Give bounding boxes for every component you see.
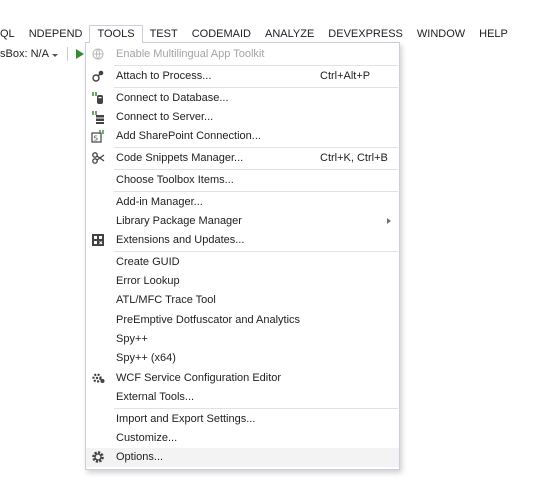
code-snippets-icon (91, 151, 105, 165)
menu-item-spy-plus-plus-x64[interactable]: Spy++ (x64) (86, 349, 399, 368)
toolbar-dropdown-label[interactable]: sBox: N/A (0, 48, 49, 60)
menu-item-label: Customize... (116, 432, 178, 444)
menu-item-label: Options... (116, 451, 164, 463)
wcf-config-icon (91, 371, 105, 385)
menubar-item-tools[interactable]: TOOLS (89, 25, 143, 43)
menu-bar: QL NDEPEND TOOLS TEST CODEMAID ANALYZE D… (0, 25, 541, 43)
menu-item-label: Code Snippets Manager... (116, 152, 244, 164)
menu-item-external-tools[interactable]: External Tools... (86, 388, 399, 407)
chevron-down-icon[interactable] (51, 53, 58, 57)
attach-process-icon (91, 69, 105, 83)
chevron-right-icon (387, 218, 391, 224)
sharepoint-icon: S (91, 129, 105, 143)
menu-item-connect-to-server[interactable]: Connect to Server... (86, 108, 399, 127)
menu-item-label: WCF Service Configuration Editor (116, 372, 282, 384)
menu-item-label: External Tools... (116, 391, 195, 403)
menu-item-error-lookup[interactable]: Error Lookup (86, 272, 399, 291)
menu-item-extensions-and-updates[interactable]: Extensions and Updates... (86, 231, 399, 250)
menubar-item-ndepend[interactable]: NDEPEND (22, 25, 90, 43)
menubar-item-ql[interactable]: QL (0, 25, 22, 43)
menubar-item-analyze[interactable]: ANALYZE (258, 25, 321, 43)
toolbar-separator (66, 47, 68, 61)
toolbar: sBox: N/A (0, 44, 84, 64)
menu-item-label: Spy++ (x64) (116, 352, 176, 364)
menu-item-label: Attach to Process... (116, 70, 212, 82)
menubar-item-codemaid[interactable]: CODEMAID (185, 25, 258, 43)
menu-item-label: ATL/MFC Trace Tool (116, 294, 216, 306)
globe-icon (91, 47, 105, 61)
menu-item-options[interactable]: Options... (86, 448, 399, 467)
menu-separator (114, 169, 398, 170)
menu-item-label: Choose Toolbox Items... (116, 174, 234, 186)
menu-item-label: Enable Multilingual App Toolkit (116, 48, 265, 60)
menubar-item-devexpress[interactable]: DEVEXPRESS (321, 25, 410, 43)
menu-item-label: Add SharePoint Connection... (116, 130, 261, 142)
menu-item-label: Import and Export Settings... (116, 413, 256, 425)
menu-item-customize[interactable]: Customize... (86, 429, 399, 448)
menu-item-enable-multilingual-app-toolkit: Enable Multilingual App Toolkit (86, 45, 399, 64)
connect-server-icon (91, 110, 105, 124)
menu-separator (114, 65, 398, 66)
menu-item-label: Add-in Manager... (116, 196, 203, 208)
menu-item-label: Library Package Manager (116, 215, 242, 227)
menu-item-label: Create GUID (116, 256, 180, 268)
menu-item-choose-toolbox-items[interactable]: Choose Toolbox Items... (86, 171, 399, 190)
menu-item-import-and-export-settings[interactable]: Import and Export Settings... (86, 410, 399, 429)
gear-icon (91, 450, 105, 464)
menu-item-atl-mfc-trace-tool[interactable]: ATL/MFC Trace Tool (86, 291, 399, 310)
menu-item-label: Error Lookup (116, 275, 180, 287)
menu-item-label: Connect to Server... (116, 111, 214, 123)
connect-database-icon (91, 91, 105, 105)
menu-item-label: Connect to Database... (116, 92, 229, 104)
extensions-icon (91, 233, 105, 247)
menubar-item-window[interactable]: WINDOW (410, 25, 472, 43)
menu-item-add-sharepoint-connection[interactable]: S Add SharePoint Connection... (86, 127, 399, 146)
menu-item-wcf-service-configuration-editor[interactable]: WCF Service Configuration Editor (86, 369, 399, 388)
menu-separator (114, 251, 398, 252)
menu-item-spy-plus-plus[interactable]: Spy++ (86, 330, 399, 349)
menu-item-label: PreEmptive Dotfuscator and Analytics (116, 314, 301, 326)
menu-item-attach-to-process[interactable]: Attach to Process... Ctrl+Alt+P (86, 67, 399, 86)
menu-item-connect-to-database[interactable]: Connect to Database... (86, 89, 399, 108)
menu-item-shortcut: Ctrl+Alt+P (320, 70, 371, 82)
menubar-item-test[interactable]: TEST (143, 25, 185, 43)
menu-item-library-package-manager[interactable]: Library Package Manager (86, 212, 399, 231)
menu-separator (114, 408, 398, 409)
menu-separator (114, 147, 398, 148)
play-icon[interactable] (75, 49, 84, 59)
menu-item-shortcut: Ctrl+K, Ctrl+B (320, 152, 388, 164)
tools-menu: Enable Multilingual App Toolkit Attach t… (85, 42, 400, 470)
menu-item-create-guid[interactable]: Create GUID (86, 253, 399, 272)
menubar-item-help[interactable]: HELP (472, 25, 515, 43)
menu-separator (114, 191, 398, 192)
menu-separator (114, 87, 398, 88)
menu-item-label: Spy++ (116, 333, 148, 345)
menu-item-code-snippets-manager[interactable]: Code Snippets Manager... Ctrl+K, Ctrl+B (86, 149, 399, 168)
menu-item-label: Extensions and Updates... (116, 234, 245, 246)
svg-text:S: S (94, 135, 99, 143)
menu-item-add-in-manager[interactable]: Add-in Manager... (86, 193, 399, 212)
menu-item-preemptive-dotfuscator[interactable]: PreEmptive Dotfuscator and Analytics (86, 311, 399, 330)
